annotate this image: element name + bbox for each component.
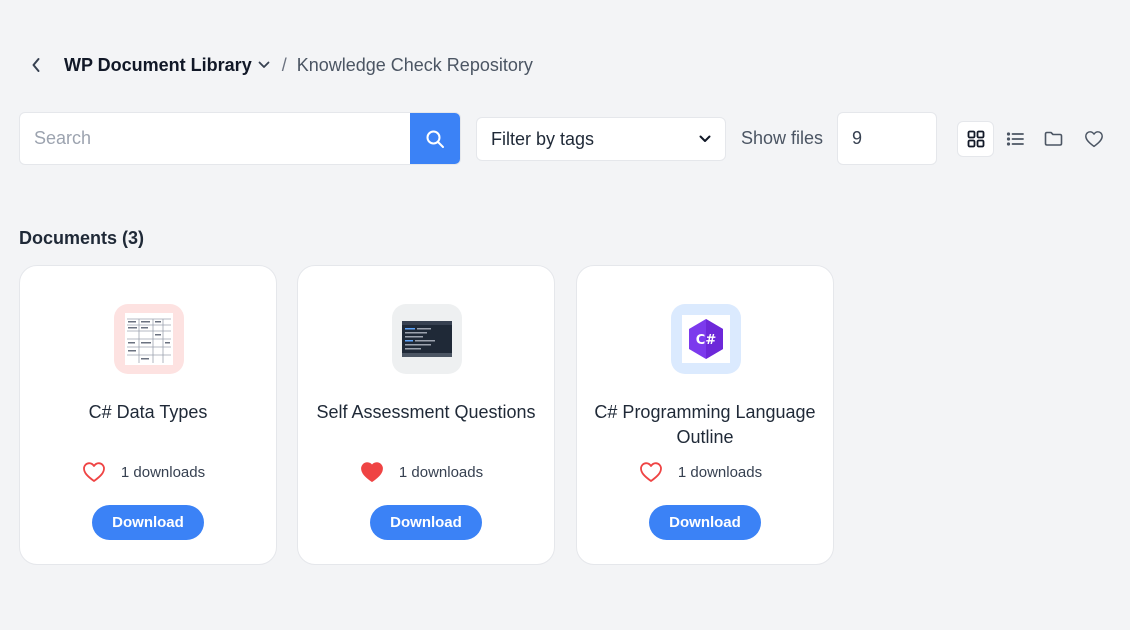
favorite-button[interactable] [638,460,664,484]
documents-section-title: Documents (3) [19,228,144,249]
section-title-text: Documents [19,228,118,248]
spreadsheet-preview-icon [125,313,173,365]
document-meta: 1 downloads [577,460,833,484]
show-files-input[interactable] [837,112,937,165]
code-screenshot-preview-icon [402,321,452,357]
document-card: C# Data Types 1 downloads Download [19,265,277,565]
chevron-down-icon [258,61,270,69]
show-files-label: Show files [741,128,824,148]
download-count: 1 downloads [398,463,484,481]
document-card: Self Assessment Questions 1 downloads Do… [297,265,555,565]
document-title[interactable]: C# Data Types [30,400,266,425]
document-title[interactable]: C# Programming Language Outline [587,400,823,450]
back-button[interactable] [26,53,46,77]
document-title[interactable]: Self Assessment Questions [308,400,544,425]
grid-view-icon [967,130,984,148]
list-view-button[interactable] [996,121,1033,157]
heart-outline-icon [639,462,662,482]
library-name: WP Document Library [64,54,252,75]
download-button[interactable]: Download [92,505,204,540]
tag-filter-label: Filter by tags [491,128,595,149]
search-input[interactable] [20,113,410,164]
download-button[interactable]: Download [370,505,482,540]
grid-view-button[interactable] [957,121,994,157]
search-icon [426,130,444,148]
download-count: 1 downloads [120,463,206,481]
page: WP Document Library / Knowledge Check Re… [0,0,1130,630]
chevron-left-icon [32,58,40,72]
breadcrumb-current: Knowledge Check Repository [296,54,533,75]
search-button[interactable] [410,113,460,164]
csharp-logo-icon: C# [682,315,730,363]
breadcrumb-separator: / [281,54,287,75]
tag-filter-select[interactable]: Filter by tags [476,117,726,161]
library-dropdown[interactable]: WP Document Library [64,55,270,76]
download-count: 1 downloads [677,463,763,481]
folder-view-button[interactable] [1035,121,1072,157]
heart-outline-icon [82,462,105,482]
favorites-view-button[interactable] [1075,121,1112,157]
folder-icon [1044,131,1063,146]
download-button[interactable]: Download [649,505,761,540]
document-thumbnail[interactable] [392,304,462,374]
favorite-button[interactable] [81,460,107,484]
document-thumbnail[interactable] [114,304,184,374]
breadcrumb: WP Document Library / Knowledge Check Re… [26,52,533,78]
document-meta: 1 downloads [298,460,554,484]
section-count: (3) [122,228,145,248]
document-card: C# C# Programming Language Outline 1 dow… [576,265,834,565]
heart-outline-icon [1084,131,1103,148]
svg-text:C#: C# [696,333,717,348]
search-box [19,112,461,165]
chevron-down-icon [699,135,711,142]
document-meta: 1 downloads [20,460,276,484]
list-view-icon [1006,132,1024,146]
document-thumbnail[interactable]: C# [671,304,741,374]
heart-filled-icon [360,462,383,482]
favorite-button[interactable] [359,460,385,484]
